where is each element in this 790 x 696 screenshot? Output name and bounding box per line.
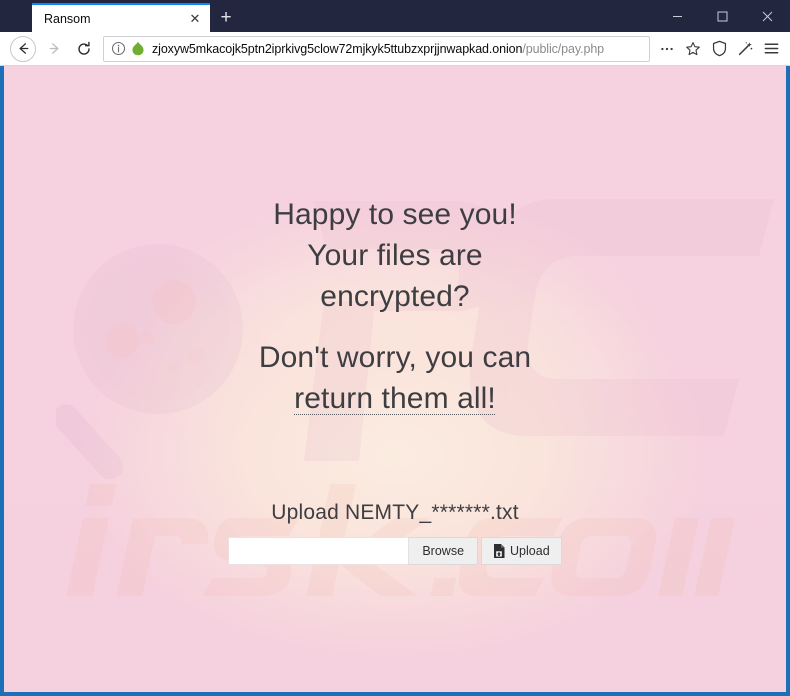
headline-line-3: encrypted? — [320, 280, 470, 313]
new-tab-button[interactable]: + — [210, 3, 242, 32]
browser-window: Ransom ✕ + zjoxyw5mkacojk5ptn2iprkivg5cl… — [0, 0, 790, 696]
url-path: /public/pay.php — [522, 41, 605, 56]
onion-icon — [132, 41, 144, 56]
page-actions-button[interactable] — [654, 36, 680, 62]
file-upload-icon — [494, 544, 505, 558]
maximize-button[interactable] — [700, 0, 745, 32]
headline-line-1: Happy to see you! — [273, 198, 517, 231]
back-arrow-icon — [19, 43, 28, 54]
headline-paragraph-2: Don't worry, you can return them all! — [240, 337, 550, 419]
reload-icon — [78, 41, 90, 55]
window-bottom-frame — [0, 692, 790, 696]
tab-close-icon[interactable]: ✕ — [186, 10, 204, 28]
forward-arrow-icon — [49, 43, 58, 54]
tab-strip: Ransom ✕ + — [4, 0, 242, 32]
upload-button[interactable]: Upload — [481, 537, 562, 565]
minimize-button[interactable] — [655, 0, 700, 32]
tab-title: Ransom — [44, 11, 91, 26]
close-button[interactable] — [745, 0, 790, 32]
ransom-headline: Happy to see you! Your files are encrypt… — [240, 194, 550, 419]
maximize-icon — [717, 11, 728, 21]
title-bar: Ransom ✕ + — [0, 0, 790, 32]
url-host: zjoxyw5mkacojk5ptn2iprkivg5clow72mjkyk5t… — [152, 41, 523, 56]
menu-button[interactable] — [758, 36, 784, 62]
shield-icon — [712, 40, 726, 57]
navigation-toolbar: zjoxyw5mkacojk5ptn2iprkivg5clow72mjkyk5t… — [0, 32, 790, 66]
file-path-input[interactable] — [228, 537, 409, 565]
window-controls — [655, 0, 790, 32]
upload-section: Upload NEMTY_*******.txt Browse Upload — [228, 501, 562, 565]
hamburger-menu-icon — [764, 43, 778, 54]
headline-line-2: Your files are — [307, 239, 483, 272]
browse-button-label: Browse — [422, 544, 465, 558]
minimize-icon — [673, 15, 682, 17]
close-icon — [762, 11, 773, 21]
shield-button[interactable] — [706, 36, 732, 62]
reload-button[interactable] — [69, 35, 99, 63]
browse-button[interactable]: Browse — [408, 537, 479, 565]
info-circle-icon[interactable] — [111, 41, 126, 56]
ellipsis-icon — [661, 47, 673, 50]
browser-tab-ransom[interactable]: Ransom ✕ — [32, 3, 210, 32]
bookmark-button[interactable] — [680, 36, 706, 62]
headline-line-5: return them all! — [294, 382, 496, 415]
star-icon — [686, 41, 700, 55]
pocket-wand-icon — [738, 41, 753, 55]
ransom-page: Happy to see you! Your files are encrypt… — [4, 66, 786, 692]
headline-line-4: Don't worry, you can — [258, 341, 532, 374]
upload-instruction-label: Upload NEMTY_*******.txt — [271, 501, 519, 524]
page-content: Happy to see you! Your files are encrypt… — [4, 66, 786, 565]
back-button[interactable] — [10, 35, 36, 62]
url-text: zjoxyw5mkacojk5ptn2iprkivg5clow72mjkyk5t… — [152, 42, 645, 56]
address-bar[interactable]: zjoxyw5mkacojk5ptn2iprkivg5clow72mjkyk5t… — [103, 35, 650, 62]
upload-controls-row: Browse Upload — [228, 537, 562, 565]
pocket-button[interactable] — [732, 36, 758, 62]
upload-button-label: Upload — [510, 544, 550, 558]
forward-button[interactable] — [39, 35, 69, 63]
